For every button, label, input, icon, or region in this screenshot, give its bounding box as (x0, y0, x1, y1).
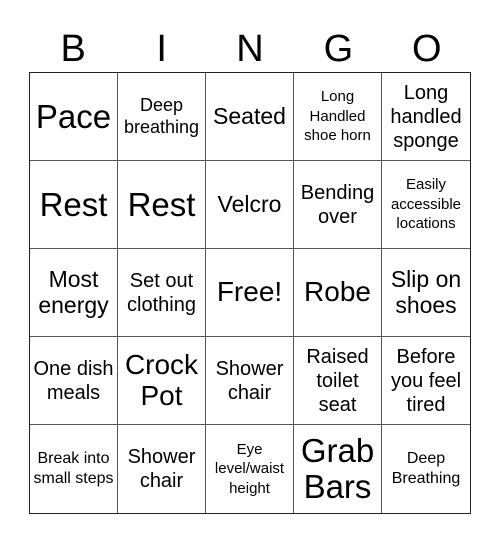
bingo-cell[interactable]: Before you feel tired (382, 337, 470, 425)
bingo-cell[interactable]: Long handled sponge (382, 73, 470, 161)
header-letter-n: N (236, 28, 264, 70)
bingo-cell[interactable]: Bending over (294, 161, 382, 249)
bingo-cell[interactable]: One dish meals (30, 337, 118, 425)
bingo-cell[interactable]: Robe (294, 249, 382, 337)
bingo-cell[interactable]: Raised toilet seat (294, 337, 382, 425)
bingo-cell[interactable]: Set out clothing (118, 249, 206, 337)
bingo-cell[interactable]: Crock Pot (118, 337, 206, 425)
bingo-cell[interactable]: Slip on shoes (382, 249, 470, 337)
bingo-cell[interactable]: Shower chair (118, 425, 206, 513)
bingo-header: B I N G O (29, 26, 471, 72)
bingo-cell[interactable]: Velcro (206, 161, 294, 249)
header-letter-o: O (412, 28, 442, 70)
bingo-cell[interactable]: Break into small steps (30, 425, 118, 513)
bingo-cell[interactable]: Grab Bars (294, 425, 382, 513)
header-letter-g: G (323, 28, 354, 70)
bingo-cell[interactable]: Pace (30, 73, 118, 161)
bingo-cell[interactable]: Long Handled shoe horn (294, 73, 382, 161)
bingo-cell[interactable]: Seated (206, 73, 294, 161)
bingo-cell[interactable]: Easily accessible locations (382, 161, 470, 249)
header-letter-b: B (60, 28, 86, 70)
bingo-cell[interactable]: Shower chair (206, 337, 294, 425)
bingo-cell[interactable]: Most energy (30, 249, 118, 337)
bingo-cell[interactable]: Rest (30, 161, 118, 249)
bingo-cell[interactable]: Rest (118, 161, 206, 249)
bingo-cell[interactable]: Deep Breathing (382, 425, 470, 513)
bingo-grid: Pace Deep breathing Seated Long Handled … (29, 72, 471, 514)
header-letter-i: I (156, 28, 167, 70)
bingo-cell[interactable]: Eye level/waist height (206, 425, 294, 513)
bingo-cell[interactable]: Deep breathing (118, 73, 206, 161)
free-space-cell[interactable]: Free! (206, 249, 294, 337)
